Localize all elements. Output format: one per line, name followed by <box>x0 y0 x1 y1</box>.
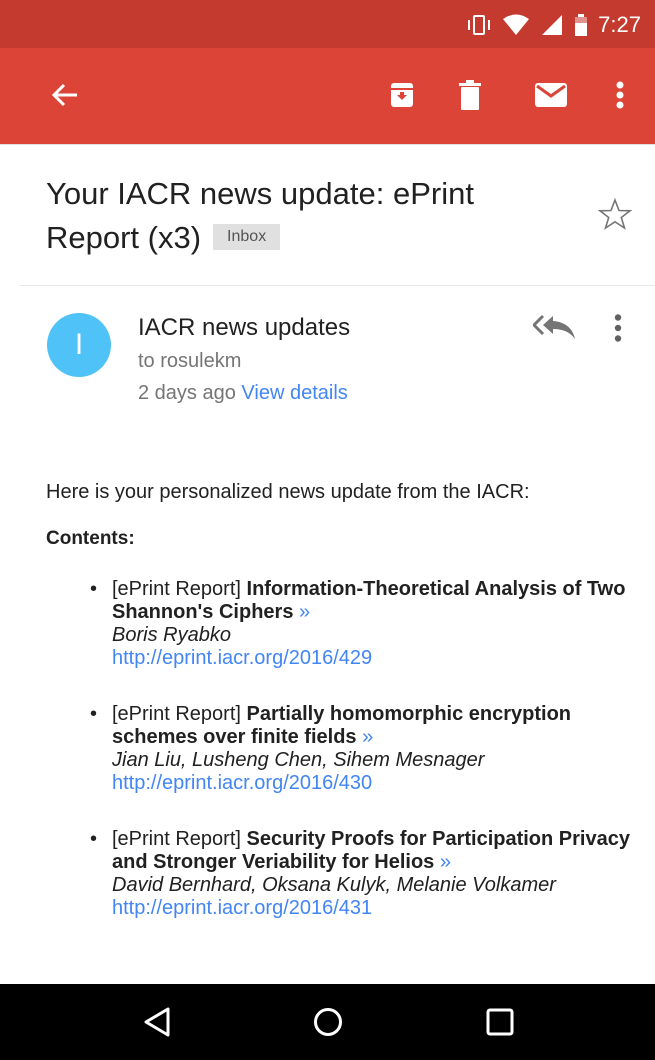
view-details-link[interactable]: View details <box>241 382 347 404</box>
bullet: • <box>90 703 98 725</box>
delete-icon <box>459 80 481 110</box>
email-time: 2 days ago <box>138 382 236 404</box>
nav-home-button[interactable] <box>312 1006 344 1043</box>
app-bar <box>0 48 655 144</box>
star-button[interactable] <box>597 197 633 235</box>
item-more-link[interactable]: » <box>440 851 451 873</box>
inbox-label-badge[interactable]: Inbox <box>213 223 281 250</box>
email-intro: Here is your personalized news update fr… <box>46 481 530 503</box>
nav-recents-button[interactable] <box>484 1006 516 1043</box>
reply-all-button[interactable] <box>531 314 577 345</box>
archive-icon <box>391 83 413 107</box>
recipient-line: to rosulekm <box>138 350 242 372</box>
status-icons: 7:27 <box>466 12 641 38</box>
list-item: • [ePrint Report] Security Proofs for Pa… <box>90 828 640 920</box>
nav-back-button[interactable] <box>142 1006 172 1043</box>
delete-button[interactable] <box>455 78 485 112</box>
item-more-link[interactable]: » <box>362 726 373 748</box>
arrow-back-icon <box>52 83 77 107</box>
item-url-link[interactable]: http://eprint.iacr.org/2016/429 <box>112 647 640 670</box>
contents-heading: Contents: <box>46 528 135 549</box>
battery-icon <box>575 14 588 36</box>
status-time: 7:27 <box>598 12 641 37</box>
list-item: • [ePrint Report] Partially homomorphic … <box>90 703 640 795</box>
navigation-bar <box>0 984 655 1060</box>
divider <box>20 285 655 286</box>
item-authors: David Bernhard, Oksana Kulyk, Melanie Vo… <box>112 874 556 896</box>
vibrate-icon <box>468 15 491 35</box>
list-item: • [ePrint Report] Information-Theoretica… <box>90 578 640 670</box>
sender-avatar[interactable]: I <box>47 313 111 377</box>
item-prefix: [ePrint Report] <box>112 828 241 850</box>
sender-name: IACR news updates <box>138 314 351 341</box>
contents-list: • [ePrint Report] Information-Theoretica… <box>90 578 640 953</box>
signal-icon <box>542 15 563 35</box>
more-options-button[interactable] <box>608 78 632 112</box>
mark-unread-button[interactable] <box>534 81 568 109</box>
more-vert-icon <box>616 81 624 109</box>
item-prefix: [ePrint Report] <box>112 703 241 725</box>
item-authors: Jian Liu, Lusheng Chen, Sihem Mesnager <box>112 749 485 771</box>
status-bar: 7:27 <box>0 0 655 48</box>
mail-icon <box>535 83 567 107</box>
bullet: • <box>90 828 98 850</box>
wifi-icon <box>503 14 530 35</box>
item-more-link[interactable]: » <box>299 601 310 623</box>
email-subject: Your IACR news update: ePrint Report (x3… <box>46 172 566 260</box>
archive-button[interactable] <box>387 79 417 111</box>
star-outline-icon <box>597 197 633 230</box>
back-button[interactable] <box>50 80 80 110</box>
item-prefix: [ePrint Report] <box>112 578 241 600</box>
item-authors: Boris Ryabko <box>112 624 231 646</box>
email-meta: 2 days ago View details <box>138 382 348 405</box>
recents-square-icon <box>486 1008 514 1036</box>
divider <box>0 144 655 145</box>
item-url-link[interactable]: http://eprint.iacr.org/2016/431 <box>112 897 640 920</box>
item-url-link[interactable]: http://eprint.iacr.org/2016/430 <box>112 772 640 795</box>
back-triangle-icon <box>144 1007 170 1037</box>
home-circle-icon <box>314 1008 342 1036</box>
reply-all-icon <box>531 314 575 339</box>
more-sender-options-button[interactable] <box>614 314 622 347</box>
more-vert-icon <box>614 314 622 342</box>
bullet: • <box>90 578 98 600</box>
